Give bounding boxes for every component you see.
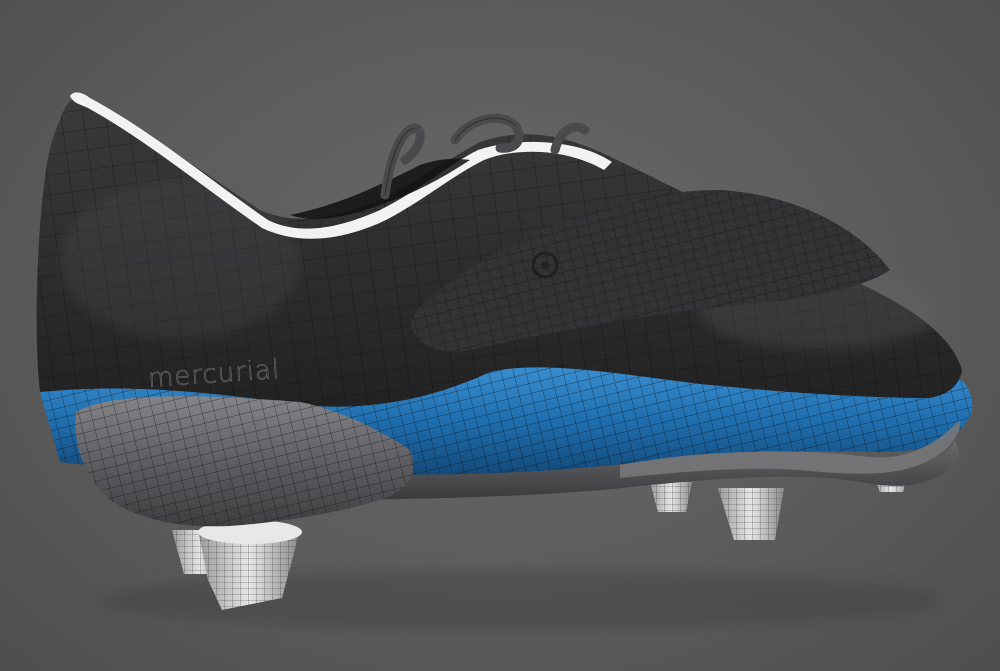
stud-mid-small [650, 482, 692, 512]
stud-mid-large [718, 488, 784, 540]
boot-render: mercurial [36, 92, 973, 630]
3d-viewport: mercurial [0, 0, 1000, 671]
